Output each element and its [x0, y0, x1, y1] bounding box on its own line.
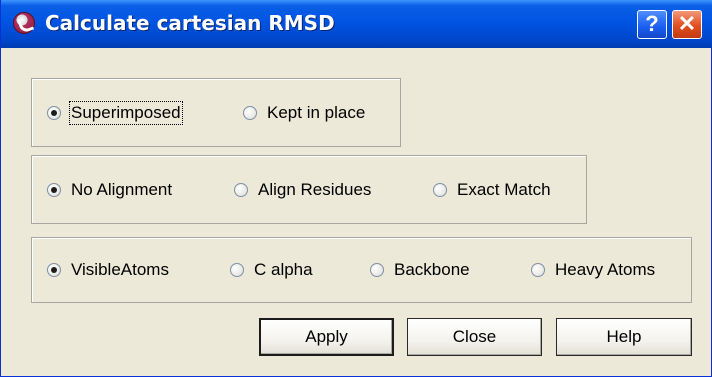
option-no-alignment[interactable]: No Alignment	[47, 178, 172, 202]
align-residues-radio[interactable]	[234, 183, 248, 197]
exact-match-radio[interactable]	[433, 183, 447, 197]
visible-atoms-radio[interactable]	[47, 263, 61, 277]
apply-button[interactable]: Apply	[259, 318, 394, 356]
visible-atoms-label: VisibleAtoms	[71, 260, 169, 279]
no-alignment-label: No Alignment	[71, 180, 173, 199]
backbone-radio[interactable]	[370, 263, 384, 277]
alignment-group: No Alignment Align Residues Exact Match	[31, 155, 587, 224]
option-c-alpha[interactable]: C alpha	[230, 258, 313, 282]
app-icon	[13, 12, 35, 34]
kept-in-place-label: Kept in place	[267, 103, 366, 122]
option-heavy-atoms[interactable]: Heavy Atoms	[531, 258, 655, 282]
help-title-button[interactable]: ?	[637, 10, 667, 39]
kept-in-place-radio[interactable]	[243, 106, 257, 120]
rmsd-dialog: Calculate cartesian RMSD ? ✕ Superimpose…	[0, 0, 712, 377]
placement-group: Superimposed Kept in place	[31, 78, 401, 147]
option-exact-match[interactable]: Exact Match	[433, 178, 551, 202]
option-backbone[interactable]: Backbone	[370, 258, 470, 282]
option-align-residues[interactable]: Align Residues	[234, 178, 371, 202]
c-alpha-label: C alpha	[254, 260, 313, 279]
superimposed-radio[interactable]	[47, 106, 61, 120]
heavy-atoms-radio[interactable]	[531, 263, 545, 277]
atoms-group: VisibleAtoms C alpha Backbone Heavy Atom…	[31, 237, 692, 303]
exact-match-label: Exact Match	[457, 180, 551, 199]
align-residues-label: Align Residues	[258, 180, 372, 199]
help-button[interactable]: Help	[556, 318, 692, 356]
option-visible-atoms[interactable]: VisibleAtoms	[47, 258, 169, 282]
close-title-button[interactable]: ✕	[672, 10, 702, 39]
backbone-label: Backbone	[394, 260, 470, 279]
window-title: Calculate cartesian RMSD	[45, 11, 335, 35]
title-bar[interactable]: Calculate cartesian RMSD ? ✕	[1, 0, 712, 48]
superimposed-label: Superimposed	[69, 101, 183, 125]
no-alignment-radio[interactable]	[47, 183, 61, 197]
c-alpha-radio[interactable]	[230, 263, 244, 277]
option-kept-in-place[interactable]: Kept in place	[243, 101, 365, 125]
close-button[interactable]: Close	[407, 318, 542, 356]
option-superimposed[interactable]: Superimposed	[47, 101, 183, 125]
heavy-atoms-label: Heavy Atoms	[555, 260, 656, 279]
